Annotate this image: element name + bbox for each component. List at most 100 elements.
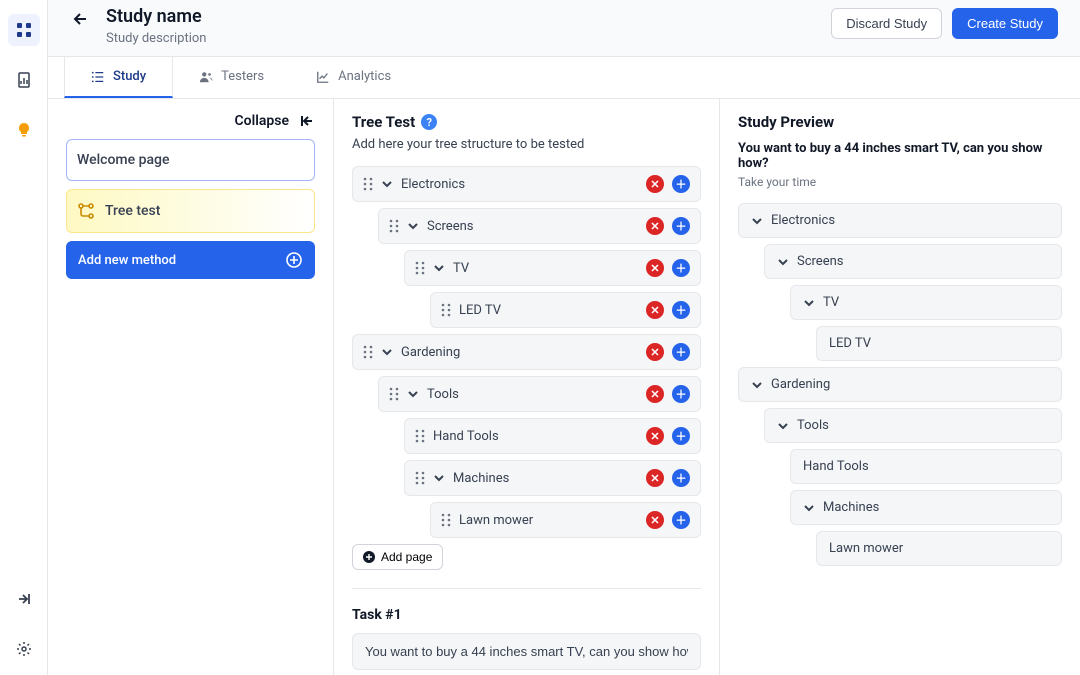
collapse-left-icon[interactable]: [299, 113, 315, 129]
collapse-right-icon: [16, 591, 32, 607]
method-welcome-label: Welcome page: [77, 152, 169, 168]
add-method-button[interactable]: Add new method: [66, 241, 315, 279]
rail-settings[interactable]: [8, 633, 40, 665]
rail-dashboard[interactable]: [8, 14, 40, 46]
tree-node[interactable]: Screens✕＋: [378, 208, 701, 244]
drag-handle-icon[interactable]: [389, 219, 399, 233]
drag-handle-icon[interactable]: [415, 471, 425, 485]
tree-node-label: Hand Tools: [433, 429, 638, 444]
rail-insights[interactable]: [8, 114, 40, 146]
discard-study-button[interactable]: Discard Study: [831, 8, 942, 39]
preview-node[interactable]: Screens: [764, 244, 1062, 279]
plus-dark-icon: [363, 551, 375, 563]
preview-node[interactable]: Machines: [790, 490, 1062, 525]
arrow-left-icon: [72, 10, 90, 28]
delete-node-button[interactable]: ✕: [646, 511, 664, 529]
method-welcome-page[interactable]: Welcome page: [66, 139, 315, 181]
preview-node[interactable]: LED TV: [816, 326, 1062, 361]
preview-node[interactable]: Hand Tools: [790, 449, 1062, 484]
preview-node[interactable]: Lawn mower: [816, 531, 1062, 566]
add-child-button[interactable]: ＋: [672, 385, 690, 403]
delete-node-button[interactable]: ✕: [646, 259, 664, 277]
add-child-button[interactable]: ＋: [672, 175, 690, 193]
tab-study[interactable]: Study: [64, 57, 173, 98]
chevron-down-icon[interactable]: [433, 472, 445, 484]
list-icon: [91, 70, 105, 84]
preview-node-label: Machines: [823, 500, 879, 515]
help-icon[interactable]: ?: [421, 114, 437, 130]
create-study-button[interactable]: Create Study: [952, 8, 1058, 39]
drag-handle-icon[interactable]: [363, 177, 373, 191]
tab-testers-label: Testers: [221, 69, 264, 84]
preview-node[interactable]: Electronics: [738, 203, 1062, 238]
tree-node-label: Gardening: [401, 345, 638, 360]
tree-node[interactable]: TV✕＋: [404, 250, 701, 286]
add-child-button[interactable]: ＋: [672, 511, 690, 529]
add-child-button[interactable]: ＋: [672, 301, 690, 319]
chevron-down-icon: [803, 502, 815, 514]
chevron-down-icon: [777, 420, 789, 432]
drag-handle-icon[interactable]: [441, 303, 451, 317]
methods-panel: Collapse Welcome page Tree test Add new …: [48, 99, 334, 675]
preview-node-label: TV: [823, 295, 839, 310]
tree-node[interactable]: Lawn mower ✕ ＋: [430, 502, 701, 538]
tab-analytics-label: Analytics: [338, 69, 391, 84]
preview-node[interactable]: Gardening: [738, 367, 1062, 402]
preview-node-label: Electronics: [771, 213, 835, 228]
chevron-down-icon[interactable]: [407, 388, 419, 400]
delete-node-button[interactable]: ✕: [646, 217, 664, 235]
drag-handle-icon[interactable]: [363, 345, 373, 359]
preview-node[interactable]: Tools: [764, 408, 1062, 443]
add-child-button[interactable]: ＋: [672, 427, 690, 445]
add-child-button[interactable]: ＋: [672, 469, 690, 487]
add-method-label: Add new method: [78, 253, 176, 268]
tree-node[interactable]: LED TV✕＋: [430, 292, 701, 328]
delete-node-button[interactable]: ✕: [646, 385, 664, 403]
drag-handle-icon[interactable]: [441, 513, 451, 527]
delete-node-button[interactable]: ✕: [646, 343, 664, 361]
preview-title: Study Preview: [738, 113, 1062, 131]
tree-node[interactable]: Hand Tools ✕ ＋: [404, 418, 701, 454]
tree-node[interactable]: Gardening ✕ ＋: [352, 334, 701, 370]
task-prompt-input[interactable]: [352, 633, 701, 670]
chevron-down-icon[interactable]: [407, 220, 419, 232]
chevron-down-icon[interactable]: [433, 262, 445, 274]
add-child-button[interactable]: ＋: [672, 217, 690, 235]
tab-testers[interactable]: Testers: [173, 57, 290, 98]
preview-node-label: Lawn mower: [829, 541, 903, 556]
preview-node-label: Hand Tools: [803, 459, 869, 474]
method-tree-test[interactable]: Tree test: [66, 189, 315, 233]
chevron-down-icon[interactable]: [381, 178, 393, 190]
tree-node-label: Lawn mower: [459, 513, 638, 528]
tree-test-help: Add here your tree structure to be teste…: [352, 137, 701, 152]
preview-node[interactable]: TV: [790, 285, 1062, 320]
back-button[interactable]: [70, 8, 92, 30]
tree-node[interactable]: Machines✕＋: [404, 460, 701, 496]
tabs: Study Testers Analytics: [48, 57, 1080, 99]
study-title: Study name: [106, 6, 817, 27]
delete-node-button[interactable]: ✕: [646, 175, 664, 193]
chevron-down-icon[interactable]: [381, 346, 393, 358]
tree-node-label: Tools: [427, 387, 638, 402]
add-child-button[interactable]: ＋: [672, 343, 690, 361]
add-page-button[interactable]: Add page: [352, 544, 443, 570]
collapse-label[interactable]: Collapse: [235, 113, 289, 129]
delete-node-button[interactable]: ✕: [646, 469, 664, 487]
method-tree-label: Tree test: [105, 203, 160, 219]
drag-handle-icon[interactable]: [389, 387, 399, 401]
drag-handle-icon[interactable]: [415, 261, 425, 275]
tree-node[interactable]: Electronics✕＋: [352, 166, 701, 202]
drag-handle-icon[interactable]: [415, 429, 425, 443]
add-child-button[interactable]: ＋: [672, 259, 690, 277]
nav-rail: [0, 0, 48, 675]
rail-reports[interactable]: [8, 64, 40, 96]
preview-node-label: Tools: [797, 418, 829, 433]
tree-node[interactable]: Tools ✕ ＋: [378, 376, 701, 412]
tab-analytics[interactable]: Analytics: [290, 57, 417, 98]
add-page-label: Add page: [381, 550, 432, 564]
chart-icon: [316, 70, 330, 84]
task-title: Task #1: [352, 607, 701, 623]
delete-node-button[interactable]: ✕: [646, 301, 664, 319]
rail-collapse[interactable]: [8, 583, 40, 615]
delete-node-button[interactable]: ✕: [646, 427, 664, 445]
